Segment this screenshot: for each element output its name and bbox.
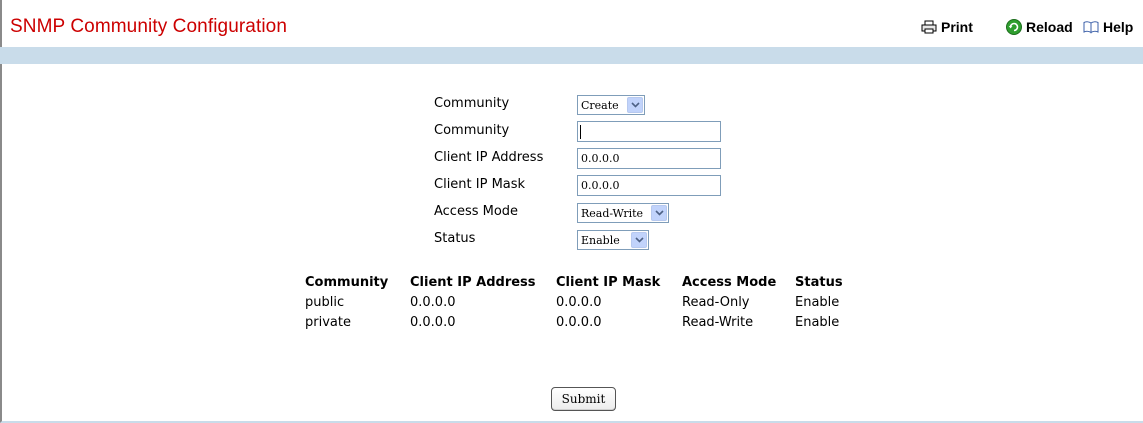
status-label: Status: [434, 231, 476, 246]
print-button[interactable]: Print: [921, 18, 973, 36]
table-header: Status: [795, 275, 843, 290]
table-cell: Read-Only: [682, 295, 750, 310]
chevron-down-icon[interactable]: [651, 205, 667, 221]
table-header: Access Mode: [682, 275, 777, 290]
status-select[interactable]: Enable: [577, 230, 649, 250]
access-mode-value: Read-Write: [581, 206, 644, 220]
page-title: SNMP Community Configuration: [10, 16, 288, 37]
header-band: [0, 47, 1143, 64]
print-label: Print: [941, 19, 973, 35]
status-value: Enable: [581, 233, 620, 247]
table-cell: public: [305, 295, 345, 310]
submit-button[interactable]: Submit: [551, 387, 616, 411]
table-cell: 0.0.0.0: [556, 295, 602, 310]
page-header: SNMP Community Configuration Print Reloa…: [0, 0, 1143, 46]
table-cell: private: [305, 315, 351, 330]
printer-icon: [921, 20, 937, 34]
chevron-down-icon[interactable]: [627, 97, 643, 113]
help-button[interactable]: Help: [1083, 18, 1133, 36]
table-cell: 0.0.0.0: [556, 315, 602, 330]
table-header: Client IP Address: [410, 275, 536, 290]
community-select[interactable]: Create: [577, 95, 645, 115]
table-header: Client IP Mask: [556, 275, 661, 290]
table-cell: 0.0.0.0: [410, 315, 456, 330]
client-ip-address-input[interactable]: [577, 148, 721, 169]
chevron-down-icon[interactable]: [631, 232, 647, 248]
community-select-value: Create: [581, 98, 619, 112]
help-label: Help: [1103, 19, 1134, 35]
client-ip-mask-label: Client IP Mask: [434, 177, 526, 192]
text-caret: [580, 125, 581, 139]
client-ip-address-label: Client IP Address: [434, 150, 544, 165]
table-cell: 0.0.0.0: [410, 295, 456, 310]
table-cell: Enable: [795, 315, 840, 330]
table-cell: Enable: [795, 295, 840, 310]
book-icon: [1083, 20, 1099, 34]
client-ip-mask-input[interactable]: [577, 175, 721, 196]
access-mode-label: Access Mode: [434, 204, 519, 219]
community-input-label: Community: [434, 123, 510, 138]
table-cell: Read-Write: [682, 315, 754, 330]
reload-icon: [1006, 19, 1022, 35]
community-input[interactable]: [577, 121, 721, 142]
reload-label: Reload: [1026, 19, 1073, 35]
table-header: Community: [305, 275, 389, 290]
reload-button[interactable]: Reload: [1006, 18, 1073, 36]
community-select-label: Community: [434, 96, 510, 111]
access-mode-select[interactable]: Read-Write: [577, 203, 669, 223]
